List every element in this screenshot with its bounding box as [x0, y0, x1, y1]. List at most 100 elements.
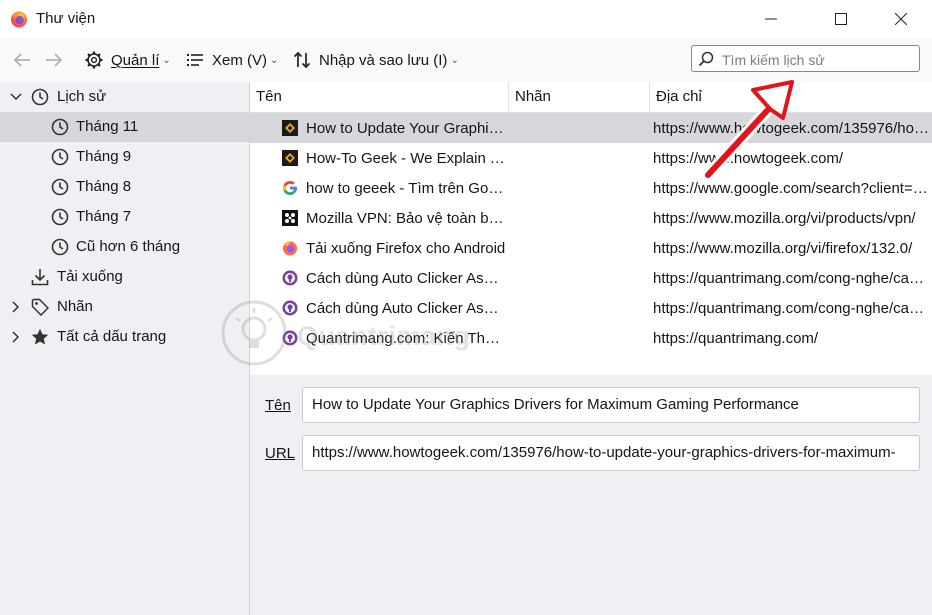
name-field-label: Tên [265, 397, 291, 414]
sidebar-item-label: Lịch sử [57, 88, 107, 105]
clock-icon [51, 148, 69, 166]
column-header-tags[interactable]: Nhãn [509, 82, 650, 112]
row-url: https://quantrimang.com/ [653, 330, 819, 347]
close-icon [895, 13, 907, 25]
sidebar-item-label: Tháng 8 [76, 178, 132, 195]
row-title: How-To Geek - We Explain Technology [306, 150, 506, 167]
row-url: https://www.mozilla.org/vi/firefox/132.0… [653, 240, 913, 257]
column-header-address[interactable]: Địa chỉ [650, 82, 932, 112]
row-title: Mozilla VPN: Bảo vệ toàn bộ thiết bị [306, 210, 506, 227]
minimize-button[interactable] [748, 0, 794, 38]
chevron-down-icon: ⌄ [450, 54, 459, 66]
row-title: Cách dùng Auto Clicker Assistant [306, 270, 506, 287]
download-icon [31, 269, 49, 286]
sidebar-item-label: Tải xuống [57, 268, 123, 285]
firefox-icon [11, 11, 27, 28]
quantrimang-favicon-icon [282, 300, 298, 316]
sidebar-item-month[interactable]: Tháng 7 [0, 202, 249, 232]
row-title: how to geeek - Tìm trên Google [306, 180, 506, 197]
table-row[interactable]: Tải xuống Firefox cho Android https://ww… [250, 233, 932, 263]
details-pane: Tên How to Update Your Graphics Drivers … [250, 375, 932, 615]
table-row[interactable]: Mozilla VPN: Bảo vệ toàn bộ thiết bị htt… [250, 203, 932, 233]
sidebar-item-downloads[interactable]: Tải xuống [0, 262, 249, 292]
table-row[interactable]: How-To Geek - We Explain Technology http… [250, 143, 932, 173]
maximize-icon [835, 13, 847, 25]
howtogeek-favicon-icon [282, 150, 298, 166]
quantrimang-favicon-icon [282, 330, 298, 346]
chevron-right-icon [12, 301, 20, 313]
sidebar-item-month[interactable]: Tháng 9 [0, 142, 249, 172]
import-label: Nhập và sao lưu (I) [319, 51, 448, 69]
table-row[interactable]: How to Update Your Graphics Drivers for … [250, 113, 932, 143]
row-url: https://www.howtogeek.com/ [653, 150, 844, 167]
name-label-text: Tên [265, 397, 291, 414]
title-bar: Thư viện [0, 0, 932, 38]
sidebar-item-tags[interactable]: Nhãn [0, 292, 249, 322]
chevron-down-icon: ⌄ [162, 54, 171, 66]
table-row[interactable]: how to geeek - Tìm trên Google https://w… [250, 173, 932, 203]
sidebar-item-bookmarks[interactable]: Tất cả dấu trang [0, 322, 249, 352]
sidebar-item-month[interactable]: Tháng 8 [0, 172, 249, 202]
minimize-icon [765, 18, 777, 20]
url-field[interactable]: https://www.howtogeek.com/135976/how-to-… [302, 435, 920, 471]
clock-icon [51, 118, 69, 136]
chevron-down-icon: ⌄ [270, 54, 279, 66]
firefox-favicon-icon [283, 241, 297, 256]
mozilla-vpn-favicon-icon [282, 210, 298, 226]
name-field[interactable]: How to Update Your Graphics Drivers for … [302, 387, 920, 423]
howtogeek-favicon-icon [282, 120, 298, 136]
forward-button[interactable] [44, 38, 72, 82]
chevron-right-icon [12, 331, 20, 343]
row-url: https://www.google.com/search?client=fir… [653, 180, 929, 197]
view-label: Xem (V) [212, 51, 268, 69]
chevron-down-icon [10, 93, 22, 101]
sidebar-item-month[interactable]: Tháng 11 [0, 112, 249, 142]
url-label-text: URL [265, 445, 296, 462]
manage-label: Quản lí [111, 51, 160, 69]
google-favicon-icon [282, 181, 297, 195]
view-menu-button[interactable]: Xem (V) ⌄ [187, 38, 278, 82]
row-url: https://quantrimang.com/cong-nghe/cach-d… [653, 300, 929, 317]
row-url: https://www.howtogeek.com/135976/how-to-… [653, 120, 929, 137]
row-title: Cách dùng Auto Clicker Assistant [306, 300, 506, 317]
maximize-button[interactable] [818, 0, 864, 38]
clock-icon [51, 238, 69, 256]
sidebar-item-label: Tất cả dấu trang [57, 328, 167, 345]
sidebar-item-history[interactable]: Lịch sử [0, 82, 249, 112]
column-header-name[interactable]: Tên [250, 82, 509, 112]
clock-icon [51, 208, 69, 226]
table-row[interactable]: Quantrimang.com: Kiến Thức Công Nghệ htt… [250, 323, 932, 353]
sidebar-item-label: Tháng 7 [76, 208, 132, 225]
sort-arrows-icon [293, 51, 311, 69]
window-title: Thư viện [36, 10, 96, 27]
table-row[interactable]: Cách dùng Auto Clicker Assistant https:/… [250, 263, 932, 293]
search-box[interactable] [691, 45, 920, 72]
forward-arrow-icon [46, 53, 63, 67]
back-arrow-icon [13, 53, 30, 67]
sidebar: Lịch sử Tháng 11 Tháng 9 Tháng 8 Tháng 7… [0, 82, 250, 615]
sidebar-item-label: Tháng 9 [76, 148, 132, 165]
url-field-label: URL [265, 445, 295, 462]
list-view-icon [187, 54, 203, 66]
sidebar-item-label: Tháng 11 [76, 118, 139, 135]
sidebar-item-month[interactable]: Cũ hơn 6 tháng [0, 232, 249, 262]
search-icon [698, 51, 714, 67]
row-url: https://www.mozilla.org/vi/products/vpn/ [653, 210, 916, 227]
search-input[interactable] [720, 49, 914, 71]
row-title: Quantrimang.com: Kiến Thức Công Nghệ [306, 330, 506, 347]
tag-icon [31, 298, 49, 316]
star-icon [31, 328, 49, 345]
quantrimang-favicon-icon [282, 270, 298, 286]
back-button[interactable] [12, 38, 40, 82]
sidebar-item-label: Cũ hơn 6 tháng [76, 238, 181, 255]
import-backup-menu-button[interactable]: Nhập và sao lưu (I) ⌄ [293, 38, 459, 82]
row-title: How to Update Your Graphics Drivers for … [306, 120, 506, 137]
table-row[interactable]: Cách dùng Auto Clicker Assistant https:/… [250, 293, 932, 323]
close-button[interactable] [878, 0, 924, 38]
manage-menu-button[interactable]: Quản lí ⌄ [85, 38, 171, 82]
sidebar-item-label: Nhãn [57, 298, 93, 315]
row-title: Tải xuống Firefox cho Android [306, 240, 506, 257]
gear-icon [85, 51, 103, 69]
row-url: https://quantrimang.com/cong-nghe/cach-d… [653, 270, 929, 287]
history-list: Tên Nhãn Địa chỉ How to Update Your Grap… [250, 82, 932, 375]
